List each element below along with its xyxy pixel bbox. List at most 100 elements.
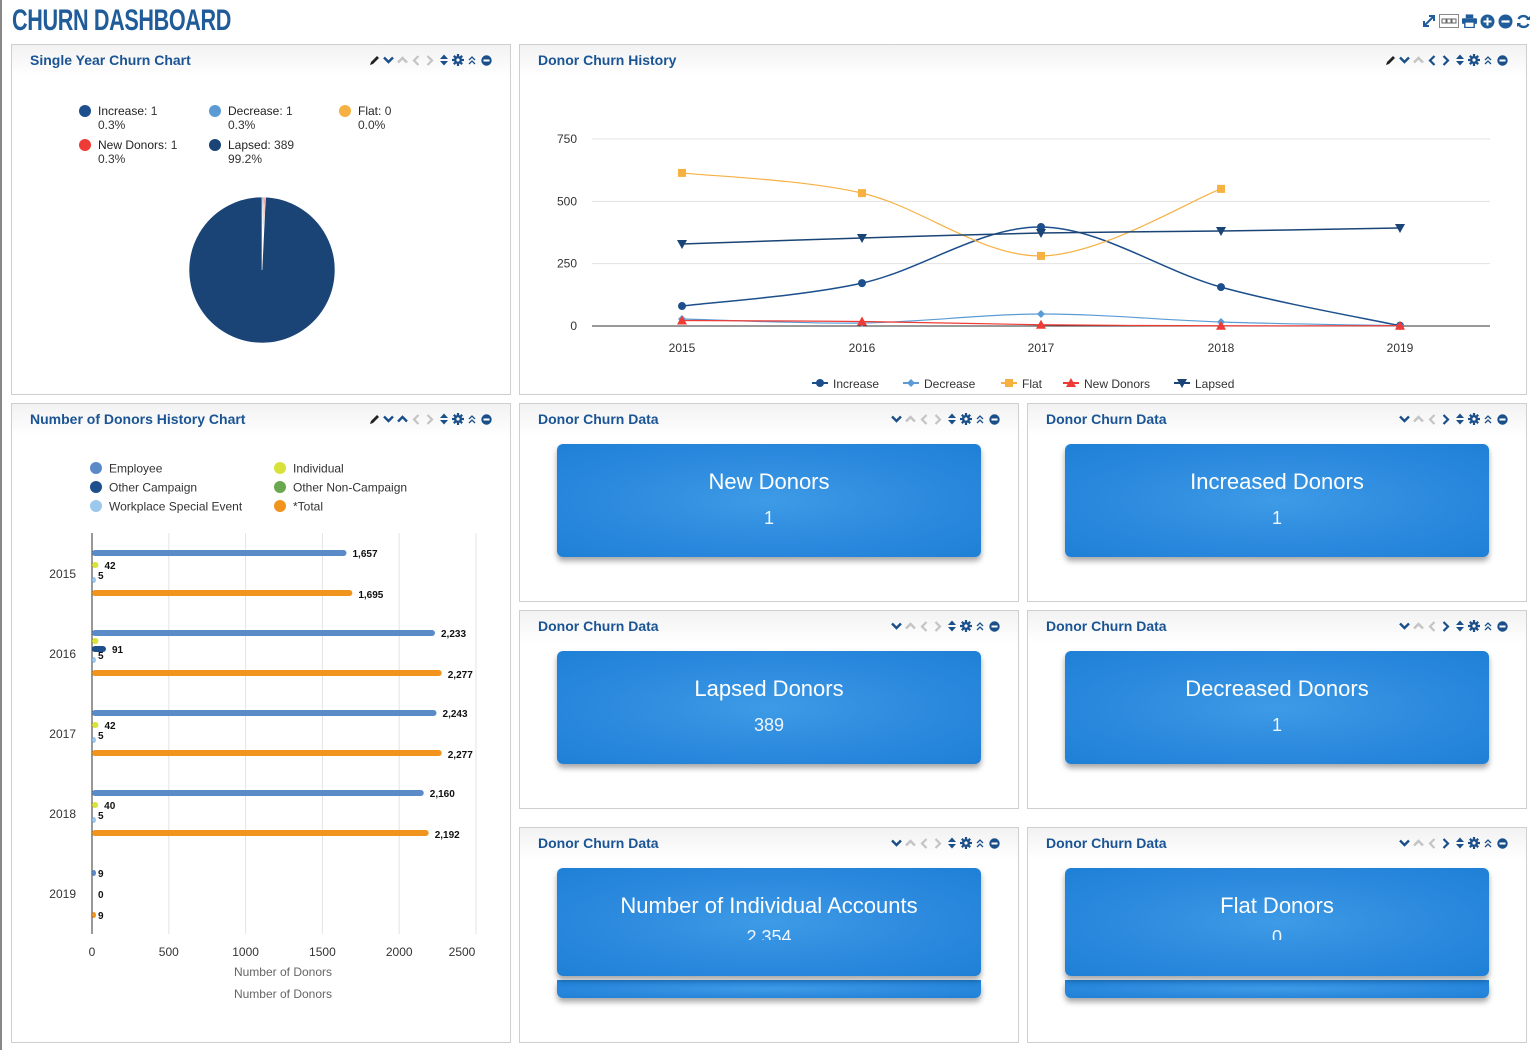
- resize-icon[interactable]: [946, 619, 958, 633]
- collapse-icon[interactable]: [466, 53, 478, 67]
- chevron-up-icon[interactable]: [904, 412, 916, 426]
- chevron-left-icon[interactable]: [1426, 53, 1438, 67]
- collapse-icon[interactable]: [1482, 836, 1494, 850]
- remove-icon[interactable]: [1496, 619, 1508, 633]
- remove-icon[interactable]: [1498, 13, 1513, 29]
- legend-item-new-donors[interactable]: New Donors: 1 0.3%: [79, 138, 177, 166]
- gear-icon[interactable]: [1468, 412, 1480, 426]
- chevron-left-icon[interactable]: [918, 836, 930, 850]
- legend-item-employee[interactable]: Employee: [90, 462, 163, 476]
- legend-item-individual[interactable]: Individual: [274, 462, 344, 476]
- gear-icon[interactable]: [960, 619, 972, 633]
- chevron-down-icon[interactable]: [382, 412, 394, 426]
- chevron-down-icon[interactable]: [1398, 412, 1410, 426]
- gear-icon[interactable]: [1468, 53, 1480, 67]
- chevron-right-icon[interactable]: [424, 53, 436, 67]
- chevron-up-icon[interactable]: [1412, 619, 1424, 633]
- chevron-up-icon[interactable]: [396, 53, 408, 67]
- edit-icon[interactable]: [1384, 53, 1396, 67]
- chevron-up-icon[interactable]: [904, 619, 916, 633]
- legend-item-other-campaign[interactable]: Other Campaign: [90, 481, 197, 495]
- legend-item-decrease[interactable]: Decrease: [903, 377, 976, 391]
- remove-icon[interactable]: [988, 412, 1000, 426]
- chevron-up-icon[interactable]: [1412, 53, 1424, 67]
- refresh-icon[interactable]: [1516, 13, 1531, 29]
- chevron-up-icon[interactable]: [1412, 412, 1424, 426]
- chevron-down-icon[interactable]: [1398, 836, 1410, 850]
- collapse-icon[interactable]: [1482, 619, 1494, 633]
- kpi-tile[interactable]: Increased Donors 1: [1065, 444, 1489, 557]
- collapse-icon[interactable]: [974, 412, 986, 426]
- kpi-tile[interactable]: Lapsed Donors 389: [557, 651, 981, 764]
- gear-icon[interactable]: [960, 836, 972, 850]
- resize-icon[interactable]: [438, 53, 450, 67]
- collapse-icon[interactable]: [974, 619, 986, 633]
- edit-icon[interactable]: [368, 412, 380, 426]
- remove-icon[interactable]: [480, 53, 492, 67]
- legend-item-flat[interactable]: Flat: [1001, 377, 1043, 391]
- chevron-right-icon[interactable]: [1440, 619, 1452, 633]
- remove-icon[interactable]: [988, 619, 1000, 633]
- chevron-right-icon[interactable]: [1440, 836, 1452, 850]
- kpi-tile[interactable]: Decreased Donors 1: [1065, 651, 1489, 764]
- resize-icon[interactable]: [946, 836, 958, 850]
- collapse-icon[interactable]: [1482, 53, 1494, 67]
- remove-icon[interactable]: [1496, 412, 1508, 426]
- legend-item-other-non-campaign[interactable]: Other Non-Campaign: [274, 481, 407, 495]
- chevron-right-icon[interactable]: [932, 619, 944, 633]
- chevron-right-icon[interactable]: [932, 412, 944, 426]
- chevron-up-icon[interactable]: [396, 412, 408, 426]
- chevron-left-icon[interactable]: [1426, 412, 1438, 426]
- gear-icon[interactable]: [960, 412, 972, 426]
- gear-icon[interactable]: [1468, 836, 1480, 850]
- chevron-down-icon[interactable]: [1398, 53, 1410, 67]
- chevron-left-icon[interactable]: [918, 619, 930, 633]
- legend-item-total[interactable]: *Total: [274, 500, 323, 514]
- chevron-down-icon[interactable]: [890, 619, 902, 633]
- chevron-down-icon[interactable]: [890, 412, 902, 426]
- legend-item-workplace-special-event[interactable]: Workplace Special Event: [90, 500, 243, 514]
- chevron-left-icon[interactable]: [1426, 619, 1438, 633]
- kpi-tile[interactable]: Number of Individual Accounts 2,354: [557, 868, 981, 976]
- layout-icon[interactable]: [1439, 13, 1459, 29]
- chevron-left-icon[interactable]: [918, 412, 930, 426]
- gear-icon[interactable]: [452, 412, 464, 426]
- resize-icon[interactable]: [1454, 836, 1466, 850]
- resize-icon[interactable]: [946, 412, 958, 426]
- remove-icon[interactable]: [1496, 53, 1508, 67]
- chevron-down-icon[interactable]: [890, 836, 902, 850]
- add-icon[interactable]: [1480, 13, 1495, 29]
- chevron-down-icon[interactable]: [382, 53, 394, 67]
- chevron-right-icon[interactable]: [1440, 53, 1452, 67]
- chevron-up-icon[interactable]: [904, 836, 916, 850]
- gear-icon[interactable]: [452, 53, 464, 67]
- remove-icon[interactable]: [480, 412, 492, 426]
- chevron-down-icon[interactable]: [1398, 619, 1410, 633]
- legend-item-increase[interactable]: Increase: [812, 377, 879, 391]
- remove-icon[interactable]: [1496, 836, 1508, 850]
- resize-icon[interactable]: [1454, 412, 1466, 426]
- collapse-icon[interactable]: [466, 412, 478, 426]
- chevron-left-icon[interactable]: [410, 53, 422, 67]
- legend-item-decrease[interactable]: Decrease: 1 0.3%: [209, 104, 293, 132]
- remove-icon[interactable]: [988, 836, 1000, 850]
- chevron-left-icon[interactable]: [1426, 836, 1438, 850]
- chevron-right-icon[interactable]: [1440, 412, 1452, 426]
- kpi-tile[interactable]: Flat Donors 0: [1065, 868, 1489, 976]
- resize-icon[interactable]: [1454, 619, 1466, 633]
- print-icon[interactable]: [1462, 13, 1477, 29]
- chevron-up-icon[interactable]: [1412, 836, 1424, 850]
- edit-icon[interactable]: [368, 53, 380, 67]
- legend-item-new-donors[interactable]: New Donors: [1063, 377, 1150, 391]
- legend-item-lapsed[interactable]: Lapsed: [1174, 377, 1234, 391]
- chevron-right-icon[interactable]: [932, 836, 944, 850]
- legend-item-increase[interactable]: Increase: 1 0.3%: [79, 104, 157, 132]
- collapse-icon[interactable]: [1482, 412, 1494, 426]
- chevron-right-icon[interactable]: [424, 412, 436, 426]
- resize-icon[interactable]: [438, 412, 450, 426]
- kpi-tile[interactable]: New Donors 1: [557, 444, 981, 557]
- legend-item-flat[interactable]: Flat: 0 0.0%: [339, 104, 391, 132]
- collapse-icon[interactable]: [974, 836, 986, 850]
- resize-icon[interactable]: [1454, 53, 1466, 67]
- expand-icon[interactable]: [1421, 13, 1436, 29]
